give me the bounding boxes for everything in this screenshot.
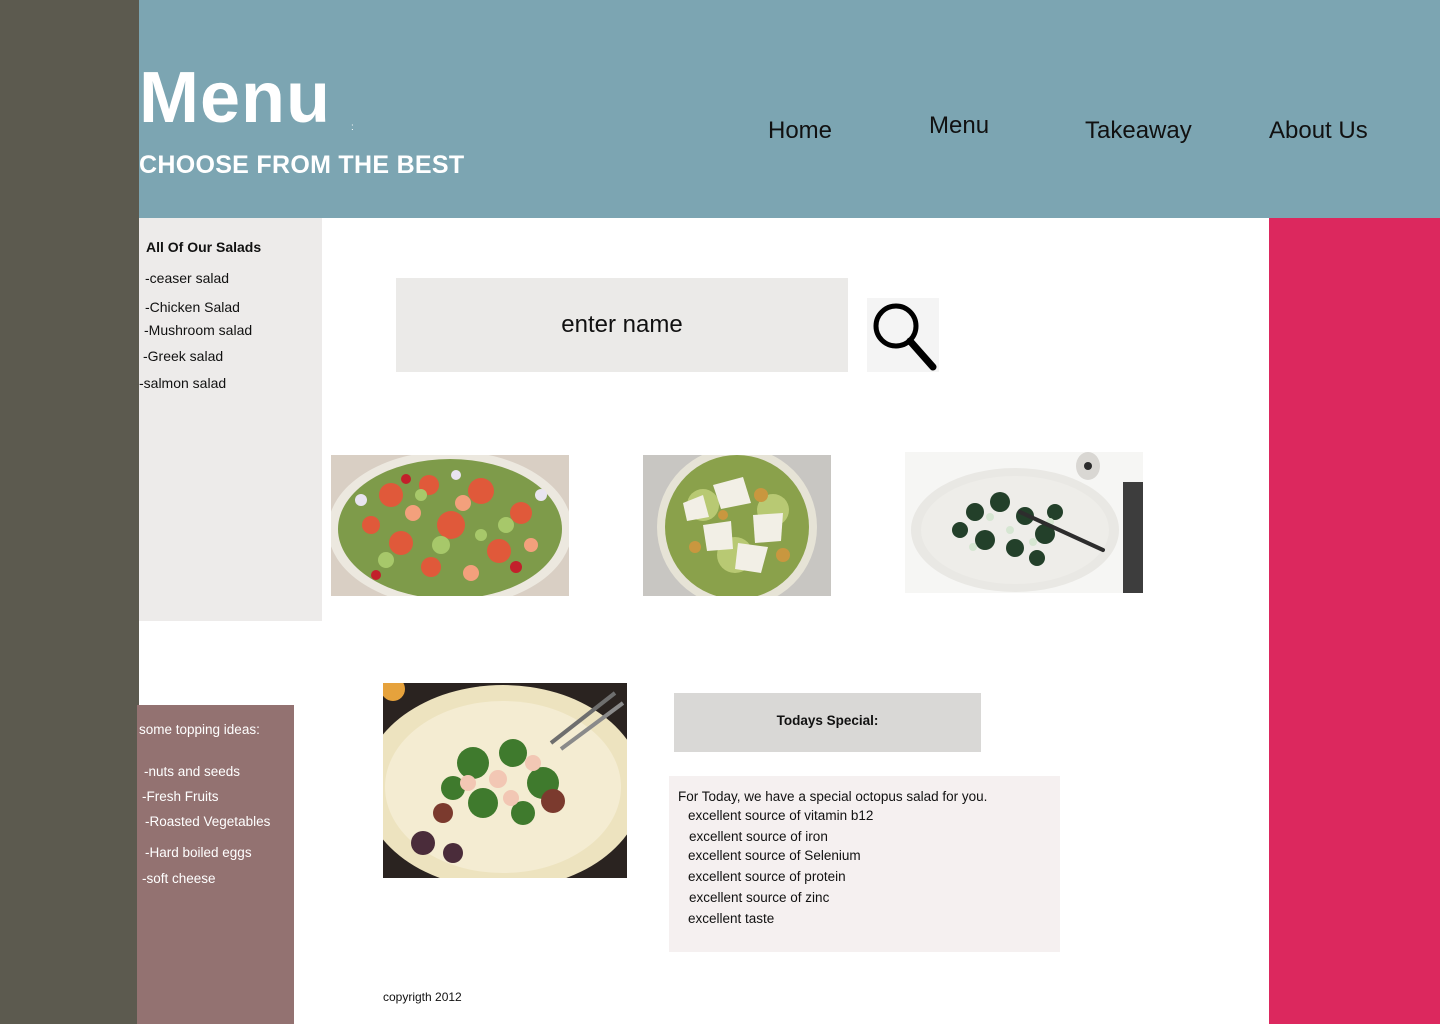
special-benefit: excellent taste [688, 911, 775, 926]
special-benefit: excellent source of protein [688, 869, 846, 884]
mushroom-salad-photo [905, 452, 1143, 593]
salad-list-item[interactable]: -Greek salad [143, 348, 223, 364]
title-mark: : [351, 122, 354, 133]
topping-item: -Roasted Vegetables [145, 814, 271, 829]
topping-item: -nuts and seeds [144, 764, 241, 779]
search-button[interactable] [867, 298, 939, 372]
salmon-salad-photo [331, 455, 569, 596]
salad-list-item[interactable]: -Mushroom salad [144, 322, 252, 338]
nav-link-about-us[interactable]: About Us [1269, 117, 1368, 145]
nav-link-takeaway[interactable]: Takeaway [1085, 117, 1192, 145]
page-title: Menu [139, 58, 331, 138]
special-benefit: excellent source of zinc [689, 890, 830, 905]
toppings-heading: some topping ideas: [139, 722, 260, 737]
salad-list-item[interactable]: -Chicken Salad [145, 299, 240, 315]
nav-link-menu[interactable]: Menu [929, 112, 989, 140]
salad-list-item[interactable]: -ceaser salad [145, 270, 229, 286]
salad-list-item[interactable]: -salmon salad [139, 375, 226, 391]
topping-item: -Hard boiled eggs [145, 845, 252, 860]
topping-item: -Fresh Fruits [142, 789, 219, 804]
octopus-salad-photo [383, 683, 627, 878]
page-subtitle: CHOOSE FROM THE BEST [139, 151, 465, 179]
special-intro: For Today, we have a special octopus sal… [678, 789, 988, 804]
search-input[interactable] [396, 278, 848, 372]
todays-special-label: Todays Special: [776, 713, 879, 728]
topping-item: -soft cheese [142, 871, 216, 886]
search-icon [873, 303, 937, 371]
right-sidebar-strip [1269, 218, 1440, 1024]
special-benefit: excellent source of Selenium [688, 848, 861, 863]
copyright-text: copyrigth 2012 [383, 990, 462, 1004]
nav-link-home[interactable]: Home [768, 117, 832, 145]
caesar-salad-photo [643, 455, 831, 596]
header-banner [139, 0, 1440, 218]
special-benefit: excellent source of vitamin b12 [688, 808, 874, 823]
special-benefit: excellent source of iron [689, 829, 828, 844]
left-sidebar-strip [0, 0, 139, 1024]
salads-list-heading: All Of Our Salads [146, 239, 262, 255]
toppings-panel [137, 705, 294, 1024]
